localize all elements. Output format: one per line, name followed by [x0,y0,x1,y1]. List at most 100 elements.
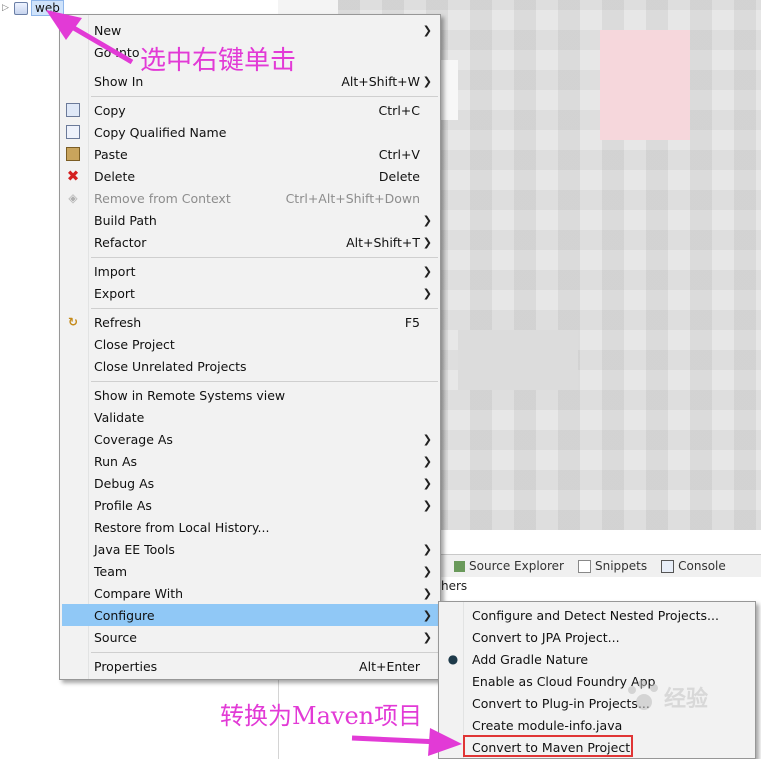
menu-item-new[interactable]: New ❯ [62,19,438,41]
console-text: hers [441,579,468,593]
blurred-block [458,330,578,390]
copy-icon [66,103,80,117]
menu-item-team[interactable]: Team ❯ [62,560,438,582]
menu-item-shortcut: F5 [404,314,420,330]
submenu-arrow-icon: ❯ [422,74,432,88]
refresh-icon: ↻ [67,315,79,329]
submenu-arrow-icon: ❯ [422,542,432,556]
menu-item-label: Paste [94,146,128,162]
menu-separator [91,257,438,258]
menu-item-configure[interactable]: Configure ❯ [62,604,438,626]
menu-item-label: Remove from Context [94,190,231,206]
tab-console[interactable]: Console [661,559,726,573]
submenu-arrow-icon: ❯ [422,476,432,490]
menu-item-label: Compare With [94,585,184,601]
menu-item-copy-qualified-name[interactable]: Copy Qualified Name [62,121,438,143]
menu-item-run-as[interactable]: Run As ❯ [62,450,438,472]
annotation-convert-maven: 转换为Maven项目 [220,702,423,730]
submenu-arrow-icon: ❯ [422,213,432,227]
menu-item-shortcut: Delete [378,168,420,184]
project-tree-item-web[interactable]: ▷ web [2,0,64,16]
menu-item-export[interactable]: Export ❯ [62,282,438,304]
menu-item-label: Team [94,563,128,579]
tab-data-source-explorer[interactable]: Source Explorer [454,559,564,573]
menu-item-remove-from-context[interactable]: ◈ Remove from Context Ctrl+Alt+Shift+Dow… [62,187,438,209]
menu-item-validate[interactable]: Validate [62,406,438,428]
menu-separator [91,652,438,653]
submenu-item-label: Convert to Plug-in Projects... [472,695,650,711]
menu-item-build-path[interactable]: Build Path ❯ [62,209,438,231]
menu-item-shortcut: Alt+Shift+W [341,73,420,89]
bottom-view-tabs: Source Explorer Snippets Console [440,554,761,577]
menu-item-label: Close Unrelated Projects [94,358,247,374]
tab-label: Snippets [595,559,648,573]
menu-item-import[interactable]: Import ❯ [62,260,438,282]
highlight-box [463,735,633,757]
menu-item-label: Build Path [94,212,157,228]
submenu-item-convert-jpa[interactable]: Convert to JPA Project... [441,626,753,648]
menu-item-label: Configure [94,607,155,623]
submenu-arrow-icon: ❯ [422,498,432,512]
menu-item-restore-local-history[interactable]: Restore from Local History... [62,516,438,538]
copy-qualified-icon [66,125,80,139]
menu-item-close-unrelated-projects[interactable]: Close Unrelated Projects [62,355,438,377]
menu-separator [91,308,438,309]
menu-item-label: Go Into [94,44,140,60]
menu-item-refactor[interactable]: Refactor Alt+Shift+T ❯ [62,231,438,253]
submenu-arrow-icon: ❯ [422,454,432,468]
menu-item-label: Java EE Tools [94,541,175,557]
data-source-icon [454,560,465,572]
menu-item-label: Copy Qualified Name [94,124,227,140]
menu-item-label: Show In [94,73,144,89]
menu-item-debug-as[interactable]: Debug As ❯ [62,472,438,494]
submenu-arrow-icon: ❯ [422,586,432,600]
arrow-line [351,735,441,745]
remove-context-icon: ◈ [68,191,78,205]
menu-separator [91,381,438,382]
menu-item-label: Delete [94,168,136,184]
menu-item-profile-as[interactable]: Profile As ❯ [62,494,438,516]
menu-item-delete[interactable]: ✖ Delete Delete [62,165,438,187]
expand-arrow-icon[interactable]: ▷ [2,3,14,13]
menu-item-show-in-remote-systems[interactable]: Show in Remote Systems view [62,384,438,406]
menu-item-label: Refresh [94,314,142,330]
menu-item-label: Close Project [94,336,175,352]
menu-item-shortcut: Ctrl+V [378,146,420,162]
menu-item-refresh[interactable]: ↻ Refresh F5 [62,311,438,333]
submenu-arrow-icon: ❯ [422,564,432,578]
menu-item-label: Refactor [94,234,147,250]
menu-item-label: Import [94,263,136,279]
annotation-right-click: 选中右键单击 [140,46,297,76]
menu-item-shortcut: Ctrl+Alt+Shift+Down [285,190,420,206]
menu-item-label: Source [94,629,137,645]
submenu-item-create-module-info[interactable]: Create module-info.java [441,714,753,736]
menu-item-shortcut: Alt+Shift+T [346,234,420,250]
menu-item-properties[interactable]: Properties Alt+Enter [62,655,438,677]
submenu-arrow-icon: ❯ [422,286,432,300]
menu-item-coverage-as[interactable]: Coverage As ❯ [62,428,438,450]
menu-item-paste[interactable]: Paste Ctrl+V [62,143,438,165]
menu-item-label: Run As [94,453,138,469]
paste-icon [66,147,80,161]
gradle-elephant-icon: ● [447,652,459,666]
tab-label: Source Explorer [469,559,564,573]
menu-item-label: Restore from Local History... [94,519,270,535]
submenu-arrow-icon: ❯ [422,630,432,644]
snippets-icon [578,559,591,573]
menu-item-label: Profile As [94,497,152,513]
paw-logo-icon [626,680,660,714]
menu-item-label: Export [94,285,135,301]
menu-item-compare-with[interactable]: Compare With ❯ [62,582,438,604]
submenu-item-configure-detect-nested[interactable]: Configure and Detect Nested Projects... [441,604,753,626]
menu-item-label: New [94,22,122,38]
menu-item-java-ee-tools[interactable]: Java EE Tools ❯ [62,538,438,560]
menu-item-copy[interactable]: Copy Ctrl+C [62,99,438,121]
tab-label: Console [678,559,726,573]
menu-item-source[interactable]: Source ❯ [62,626,438,648]
menu-item-shortcut: Alt+Enter [359,658,420,674]
blurred-block [600,30,690,140]
submenu-item-add-gradle-nature[interactable]: ● Add Gradle Nature [441,648,753,670]
submenu-arrow-icon: ❯ [422,608,432,622]
menu-item-close-project[interactable]: Close Project [62,333,438,355]
tab-snippets[interactable]: Snippets [578,559,647,573]
